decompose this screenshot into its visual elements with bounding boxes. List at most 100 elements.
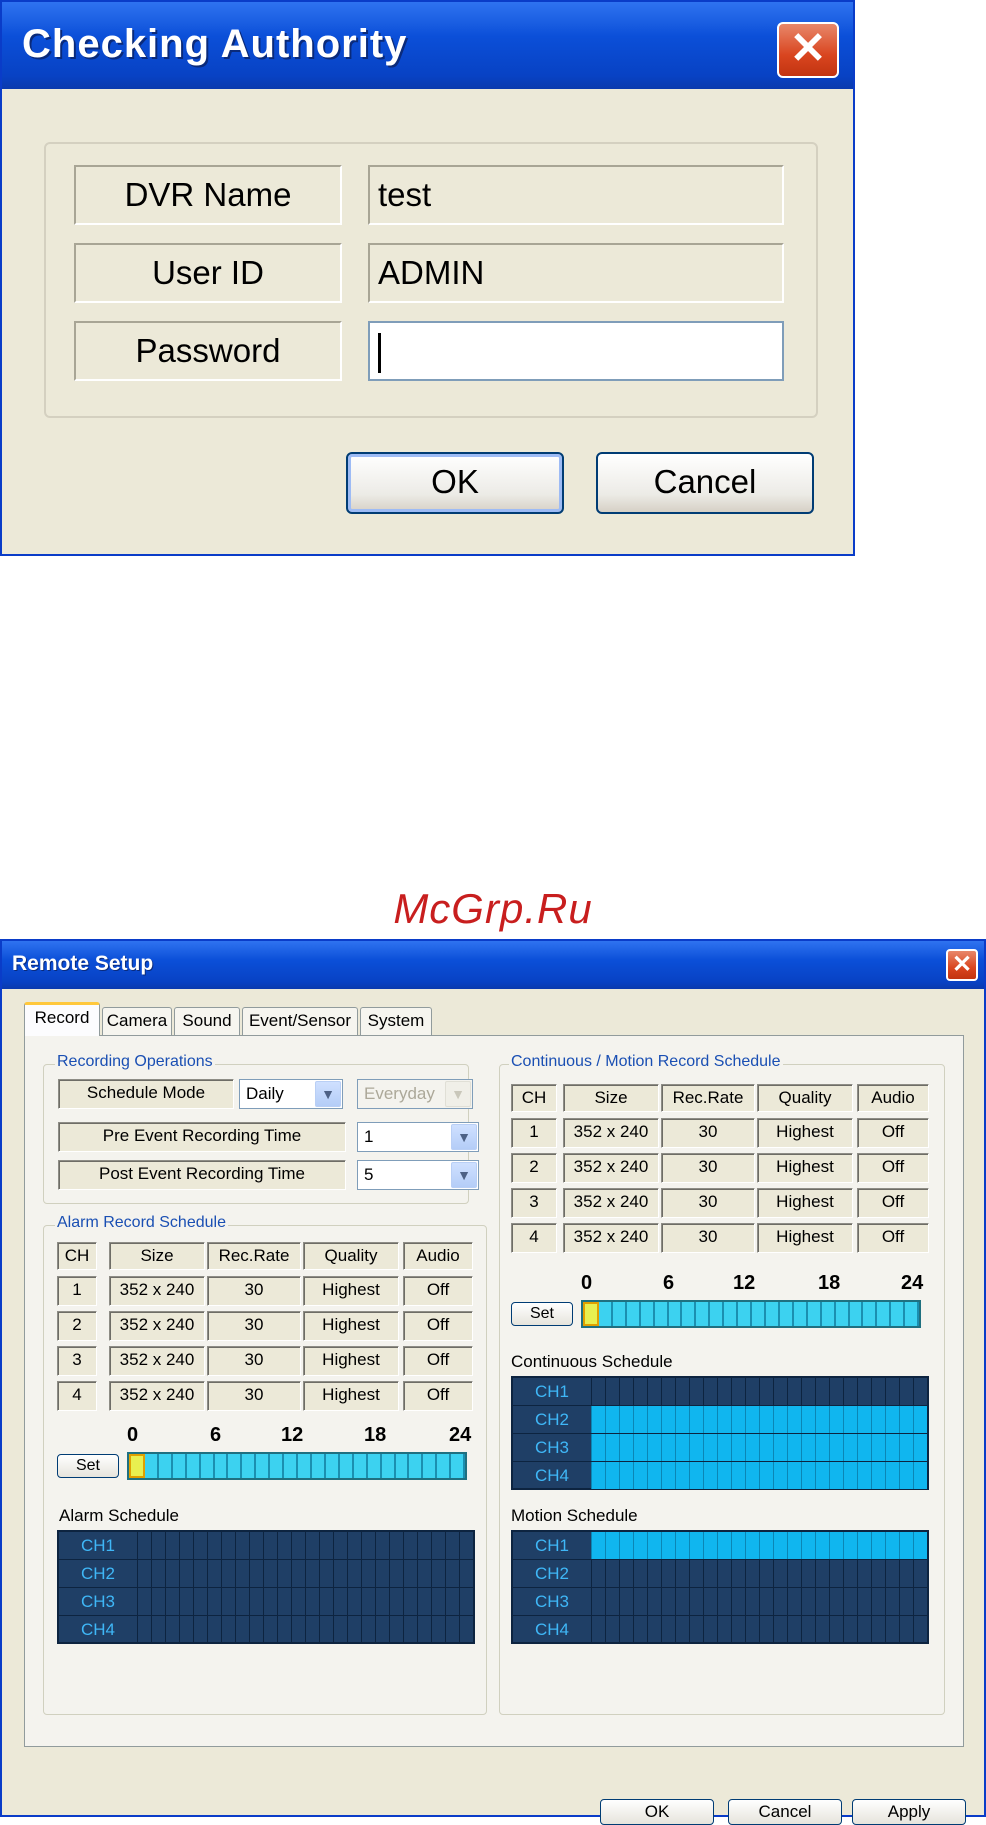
alarm-row-4-quality[interactable]: Highest — [303, 1381, 399, 1411]
tab-system[interactable]: System — [360, 1007, 432, 1035]
alarm-row-1-rec-rate[interactable]: 30 — [207, 1276, 301, 1306]
ok-button[interactable]: OK — [346, 452, 564, 514]
alarm-row-3-rec-rate[interactable]: 30 — [207, 1346, 301, 1376]
continuous-row-4-rec-rate[interactable]: 30 — [661, 1223, 755, 1253]
schedule-mode-label: Schedule Mode — [58, 1079, 234, 1109]
column-header-rec-rate: Rec.Rate — [661, 1084, 755, 1112]
close-icon[interactable]: ✕ — [946, 949, 978, 981]
schedule-mode-select[interactable]: Daily ▼ — [239, 1079, 343, 1109]
continuous-row-1-size[interactable]: 352 x 240 — [563, 1118, 659, 1148]
hour-tick-24: 24 — [449, 1424, 472, 1446]
continuous-schedule-grid[interactable]: CH1 CH2 CH3 CH4 — [511, 1376, 929, 1490]
alarm-row-3-size[interactable]: 352 x 240 — [109, 1346, 205, 1376]
continuous-set-button[interactable]: Set — [511, 1302, 573, 1326]
continuous-row-2-ch[interactable]: 2 — [511, 1153, 557, 1183]
remote-setup-dialog: Remote Setup ✕ Record Camera Sound Event… — [0, 939, 986, 1825]
continuous-hour-selector[interactable] — [581, 1300, 921, 1328]
tab-sound[interactable]: Sound — [174, 1007, 240, 1035]
alarm-hour-selector[interactable] — [127, 1452, 467, 1480]
alarm-record-schedule-title: Alarm Record Schedule — [55, 1214, 228, 1232]
pre-event-select[interactable]: 1 ▼ — [357, 1122, 479, 1152]
ok-button[interactable]: OK — [600, 1799, 714, 1825]
hour-tick-18: 18 — [364, 1424, 387, 1446]
chevron-down-icon[interactable]: ▼ — [451, 1162, 477, 1188]
column-header-audio: Audio — [403, 1242, 473, 1270]
alarm-set-button[interactable]: Set — [57, 1454, 119, 1478]
motion-schedule-grid[interactable]: CH1 CH2 CH3 CH4 — [511, 1530, 929, 1644]
alarm-row-2-ch[interactable]: 2 — [57, 1311, 97, 1341]
schedule-row[interactable]: CH4 — [513, 1616, 927, 1643]
post-event-select[interactable]: 5 ▼ — [357, 1160, 479, 1190]
schedule-row[interactable]: CH2 — [59, 1560, 473, 1588]
cancel-button[interactable]: Cancel — [728, 1799, 842, 1825]
schedule-row[interactable]: CH3 — [513, 1588, 927, 1616]
continuous-row-3-ch[interactable]: 3 — [511, 1188, 557, 1218]
continuous-row-2-audio[interactable]: Off — [857, 1153, 929, 1183]
continuous-row-2-size[interactable]: 352 x 240 — [563, 1153, 659, 1183]
hour-tick-0: 0 — [581, 1272, 593, 1294]
continuous-row-2-rec-rate[interactable]: 30 — [661, 1153, 755, 1183]
schedule-row[interactable]: CH4 — [59, 1616, 473, 1643]
chevron-down-icon[interactable]: ▼ — [451, 1124, 477, 1150]
continuous-row-1-ch[interactable]: 1 — [511, 1118, 557, 1148]
alarm-row-1-size[interactable]: 352 x 240 — [109, 1276, 205, 1306]
continuous-row-3-rec-rate[interactable]: 30 — [661, 1188, 755, 1218]
schedule-row[interactable]: CH1 — [513, 1532, 927, 1560]
continuous-row-3-audio[interactable]: Off — [857, 1188, 929, 1218]
continuous-row-3-quality[interactable]: Highest — [757, 1188, 853, 1218]
schedule-row[interactable]: CH3 — [513, 1434, 927, 1462]
apply-button[interactable]: Apply — [852, 1799, 966, 1825]
chevron-down-icon[interactable]: ▼ — [315, 1081, 341, 1107]
schedule-row[interactable]: CH4 — [513, 1462, 927, 1489]
title-bar[interactable]: Remote Setup ✕ — [2, 941, 984, 989]
alarm-row-1-quality[interactable]: Highest — [303, 1276, 399, 1306]
schedule-row[interactable]: CH1 — [59, 1532, 473, 1560]
title-bar[interactable]: Checking Authority ✕ — [2, 2, 853, 89]
alarm-row-3-quality[interactable]: Highest — [303, 1346, 399, 1376]
column-header-quality: Quality — [757, 1084, 853, 1112]
alarm-row-1-audio[interactable]: Off — [403, 1276, 473, 1306]
tab-camera[interactable]: Camera — [102, 1007, 172, 1035]
continuous-row-2-quality[interactable]: Highest — [757, 1153, 853, 1183]
text-caret — [378, 333, 381, 374]
alarm-row-3-audio[interactable]: Off — [403, 1346, 473, 1376]
continuous-row-4-ch[interactable]: 4 — [511, 1223, 557, 1253]
tab-event-sensor[interactable]: Event/Sensor — [242, 1007, 358, 1035]
alarm-schedule-label: Alarm Schedule — [59, 1506, 180, 1525]
alarm-row-2-size[interactable]: 352 x 240 — [109, 1311, 205, 1341]
alarm-row-4-rec-rate[interactable]: 30 — [207, 1381, 301, 1411]
continuous-row-1-quality[interactable]: Highest — [757, 1118, 853, 1148]
schedule-row[interactable]: CH2 — [513, 1560, 927, 1588]
continuous-row-4-quality[interactable]: Highest — [757, 1223, 853, 1253]
channel-label: CH2 — [81, 1564, 116, 1583]
alarm-row-4-ch[interactable]: 4 — [57, 1381, 97, 1411]
alarm-row-2-audio[interactable]: Off — [403, 1311, 473, 1341]
alarm-row-2-rec-rate[interactable]: 30 — [207, 1311, 301, 1341]
close-icon[interactable]: ✕ — [777, 22, 839, 78]
alarm-row-4-audio[interactable]: Off — [403, 1381, 473, 1411]
alarm-row-1-ch[interactable]: 1 — [57, 1276, 97, 1306]
password-input[interactable] — [368, 321, 784, 381]
schedule-row[interactable]: CH2 — [513, 1406, 927, 1434]
continuous-row-1-rec-rate[interactable]: 30 — [661, 1118, 755, 1148]
column-header-audio: Audio — [857, 1084, 929, 1112]
tab-record[interactable]: Record — [24, 1002, 100, 1036]
cancel-button[interactable]: Cancel — [596, 452, 814, 514]
schedule-row[interactable]: CH3 — [59, 1588, 473, 1616]
continuous-row-4-audio[interactable]: Off — [857, 1223, 929, 1253]
schedule-row[interactable]: CH1 — [513, 1378, 927, 1406]
alarm-row-3-ch[interactable]: 3 — [57, 1346, 97, 1376]
continuous-row-3-size[interactable]: 352 x 240 — [563, 1188, 659, 1218]
continuous-schedule-label: Continuous Schedule — [511, 1352, 673, 1371]
schedule-mode-value: Daily — [246, 1084, 284, 1103]
continuous-row-4-size[interactable]: 352 x 240 — [563, 1223, 659, 1253]
user-id-label: User ID — [74, 243, 342, 303]
dialog-title: Remote Setup — [12, 952, 154, 975]
alarm-row-2-quality[interactable]: Highest — [303, 1311, 399, 1341]
alarm-schedule-grid[interactable]: CH1 CH2 CH3 CH4 — [57, 1530, 475, 1644]
checking-authority-dialog: Checking Authority ✕ DVR Name test User … — [0, 0, 855, 556]
alarm-row-4-size[interactable]: 352 x 240 — [109, 1381, 205, 1411]
channel-label: CH1 — [535, 1382, 570, 1401]
channel-label: CH3 — [81, 1592, 116, 1611]
continuous-row-1-audio[interactable]: Off — [857, 1118, 929, 1148]
